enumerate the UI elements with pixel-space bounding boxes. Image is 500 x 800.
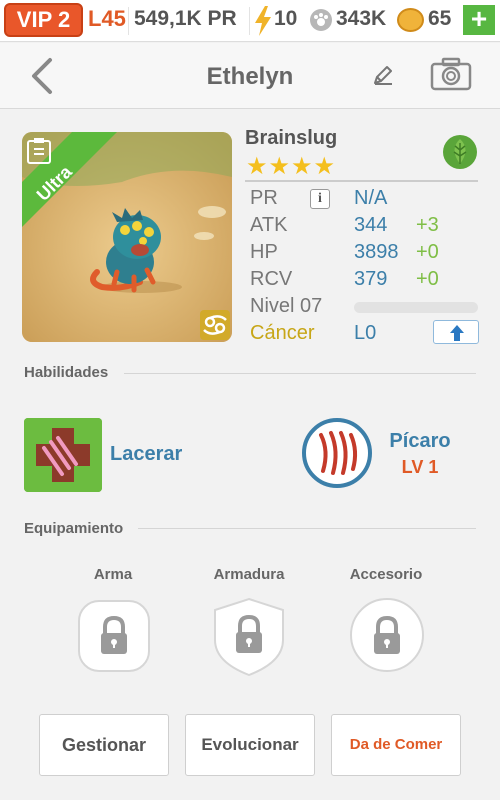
pencil-icon[interactable] bbox=[372, 64, 394, 86]
zodiac-label: Cáncer bbox=[250, 322, 315, 344]
monster-portrait[interactable]: Ultra bbox=[22, 132, 232, 342]
zodiac-level: L0 bbox=[354, 322, 377, 344]
paw-count: 343K bbox=[336, 7, 387, 30]
page-title: Ethelyn bbox=[206, 63, 294, 90]
divider bbox=[245, 180, 478, 182]
lightning-icon bbox=[255, 6, 271, 36]
stats-panel: PR i N/A ATK 344 +3 HP 3898 +0 RCV 379 +… bbox=[250, 187, 480, 349]
divider bbox=[249, 7, 250, 35]
player-level: L45 bbox=[88, 6, 126, 31]
section-title-skills: Habilidades bbox=[24, 364, 109, 381]
nav-bar: Ethelyn bbox=[0, 43, 500, 109]
accessory-slot[interactable] bbox=[348, 596, 426, 674]
status-bar: VIP 2 L45 549,1K PR 10 343K 65 + bbox=[0, 0, 500, 42]
arrow-up-icon bbox=[450, 325, 464, 341]
armor-slot[interactable] bbox=[212, 596, 286, 678]
stat-label: HP bbox=[250, 241, 278, 263]
leaf-icon bbox=[443, 135, 477, 169]
stat-row-pr: PR i N/A bbox=[250, 187, 480, 214]
skill-name[interactable]: Pícaro bbox=[380, 430, 460, 453]
slot-label-weapon: Arma bbox=[93, 566, 133, 583]
slot-label-armor: Armadura bbox=[213, 566, 285, 583]
claw-marks-icon[interactable] bbox=[301, 417, 373, 489]
monster-species: Brainslug bbox=[245, 127, 338, 149]
stat-row-atk: ATK 344 +3 bbox=[250, 214, 480, 241]
add-coins-button[interactable]: + bbox=[463, 5, 495, 35]
stat-row-hp: HP 3898 +0 bbox=[250, 241, 480, 268]
stat-bonus: +0 bbox=[416, 268, 439, 290]
stat-bonus: +0 bbox=[416, 241, 439, 263]
claw-cross-icon[interactable] bbox=[24, 418, 102, 492]
skill-level: LV 1 bbox=[401, 457, 439, 477]
stat-row-rcv: RCV 379 +0 bbox=[250, 268, 480, 295]
camera-icon[interactable] bbox=[430, 57, 472, 91]
divider bbox=[124, 373, 476, 374]
coin-count: 65 bbox=[428, 7, 452, 30]
stat-value: 379 bbox=[354, 268, 388, 290]
zodiac-upgrade-button[interactable] bbox=[433, 320, 479, 344]
coin-icon bbox=[397, 8, 424, 32]
stat-bonus: +3 bbox=[416, 214, 439, 236]
paw-icon bbox=[310, 9, 332, 31]
vip-badge[interactable]: VIP 2 bbox=[4, 3, 83, 37]
section-title-equipment: Equipamiento bbox=[24, 520, 124, 537]
divider bbox=[138, 528, 476, 529]
feed-button[interactable]: Da de Comer bbox=[331, 714, 461, 776]
weapon-slot[interactable] bbox=[76, 598, 152, 674]
stat-label: PR bbox=[250, 187, 278, 209]
star-rating: ★★★★ bbox=[246, 153, 337, 180]
info-icon[interactable]: i bbox=[310, 189, 330, 209]
stat-value: 344 bbox=[354, 214, 388, 236]
stat-label: RCV bbox=[250, 268, 293, 290]
cancer-zodiac-icon bbox=[200, 310, 230, 340]
xp-progress-bar bbox=[354, 302, 478, 313]
manage-button[interactable]: Gestionar bbox=[39, 714, 169, 776]
skill-name[interactable]: Lacerar bbox=[110, 443, 182, 466]
stat-value: 3898 bbox=[354, 241, 399, 263]
stat-value: N/A bbox=[354, 187, 388, 209]
player-power: 549,1K PR bbox=[134, 7, 237, 30]
slot-label-accessory: Accesorio bbox=[349, 566, 423, 583]
divider bbox=[128, 7, 129, 35]
stat-label: ATK bbox=[250, 214, 288, 236]
evolve-button[interactable]: Evolucionar bbox=[185, 714, 315, 776]
level-label: Nivel 07 bbox=[250, 295, 323, 317]
energy-count: 10 bbox=[274, 7, 298, 30]
